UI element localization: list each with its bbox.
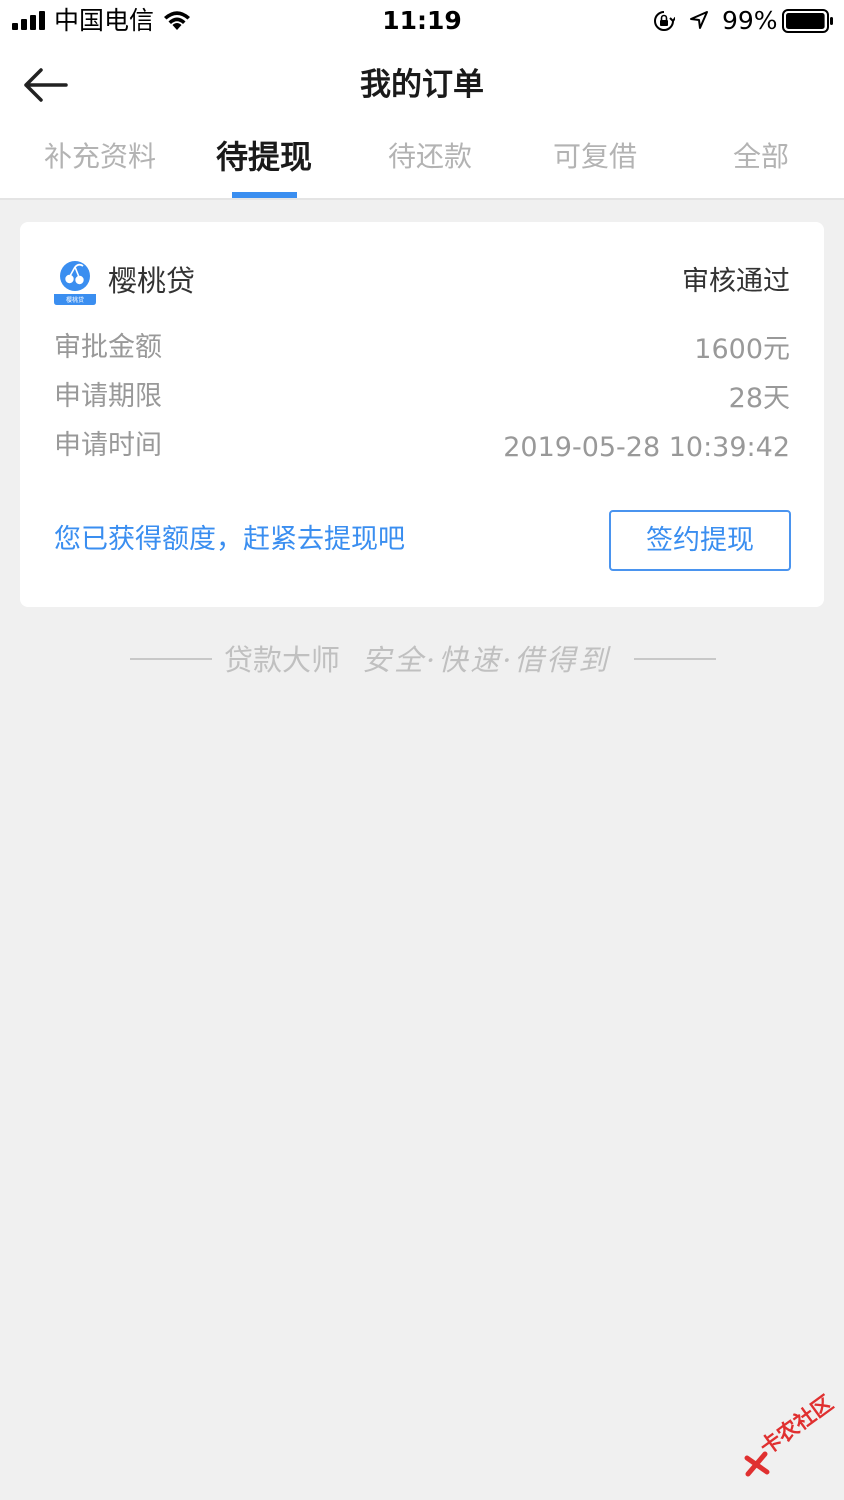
watermark-text: 卡农社区 (755, 1390, 838, 1460)
slogan-divider-right (634, 658, 716, 660)
tab-pending-repayment[interactable]: 待还款 (388, 134, 472, 194)
order-card[interactable]: 樱桃贷 樱桃贷 审核通过 审批金额 1600元 申请期限 28天 申请时间 20… (20, 222, 824, 607)
battery-percent: 99% (722, 6, 778, 35)
tab-all[interactable]: 全部 (733, 134, 789, 194)
clock: 11:19 (382, 6, 462, 35)
tab-pending-withdrawal[interactable]: 待提现 (216, 134, 312, 194)
order-status: 审核通过 (682, 266, 790, 297)
sign-withdraw-button[interactable]: 签约提现 (609, 510, 791, 571)
tab-reborrow[interactable]: 可复借 (553, 134, 637, 194)
slogan-brand: 贷款大师 (224, 643, 341, 677)
tab-supplement-info[interactable]: 补充资料 (44, 134, 156, 194)
watermark: 卡农社区 (740, 1391, 844, 1490)
page-title: 我的订单 (360, 67, 484, 103)
loan-term-label: 申请期限 (54, 381, 162, 412)
battery-icon (782, 9, 833, 33)
product-name: 樱桃贷 (108, 264, 196, 298)
cherry-logo-icon: 樱桃贷 (54, 261, 96, 305)
status-bar: 中国电信 11:19 99% (0, 0, 844, 42)
apply-time-label: 申请时间 (54, 430, 162, 461)
orientation-lock-icon (654, 11, 675, 31)
apply-time-value: 2019-05-28 10:39:42 (503, 432, 790, 463)
active-tab-indicator (232, 192, 297, 198)
withdraw-prompt-link[interactable]: 您已获得额度，赶紧去提现吧 (54, 520, 405, 560)
slogan-divider-left (130, 658, 212, 660)
svg-text:樱桃贷: 樱桃贷 (66, 296, 84, 304)
approved-amount-label: 审批金额 (54, 332, 162, 363)
loan-term-value: 28天 (728, 383, 790, 414)
slogan-text: 安全·快速·借得到 (362, 643, 611, 677)
approved-amount-value: 1600元 (694, 334, 790, 365)
location-icon (690, 11, 708, 29)
order-tabs: 补充资料 待提现 待还款 可复借 全部 (0, 134, 844, 200)
